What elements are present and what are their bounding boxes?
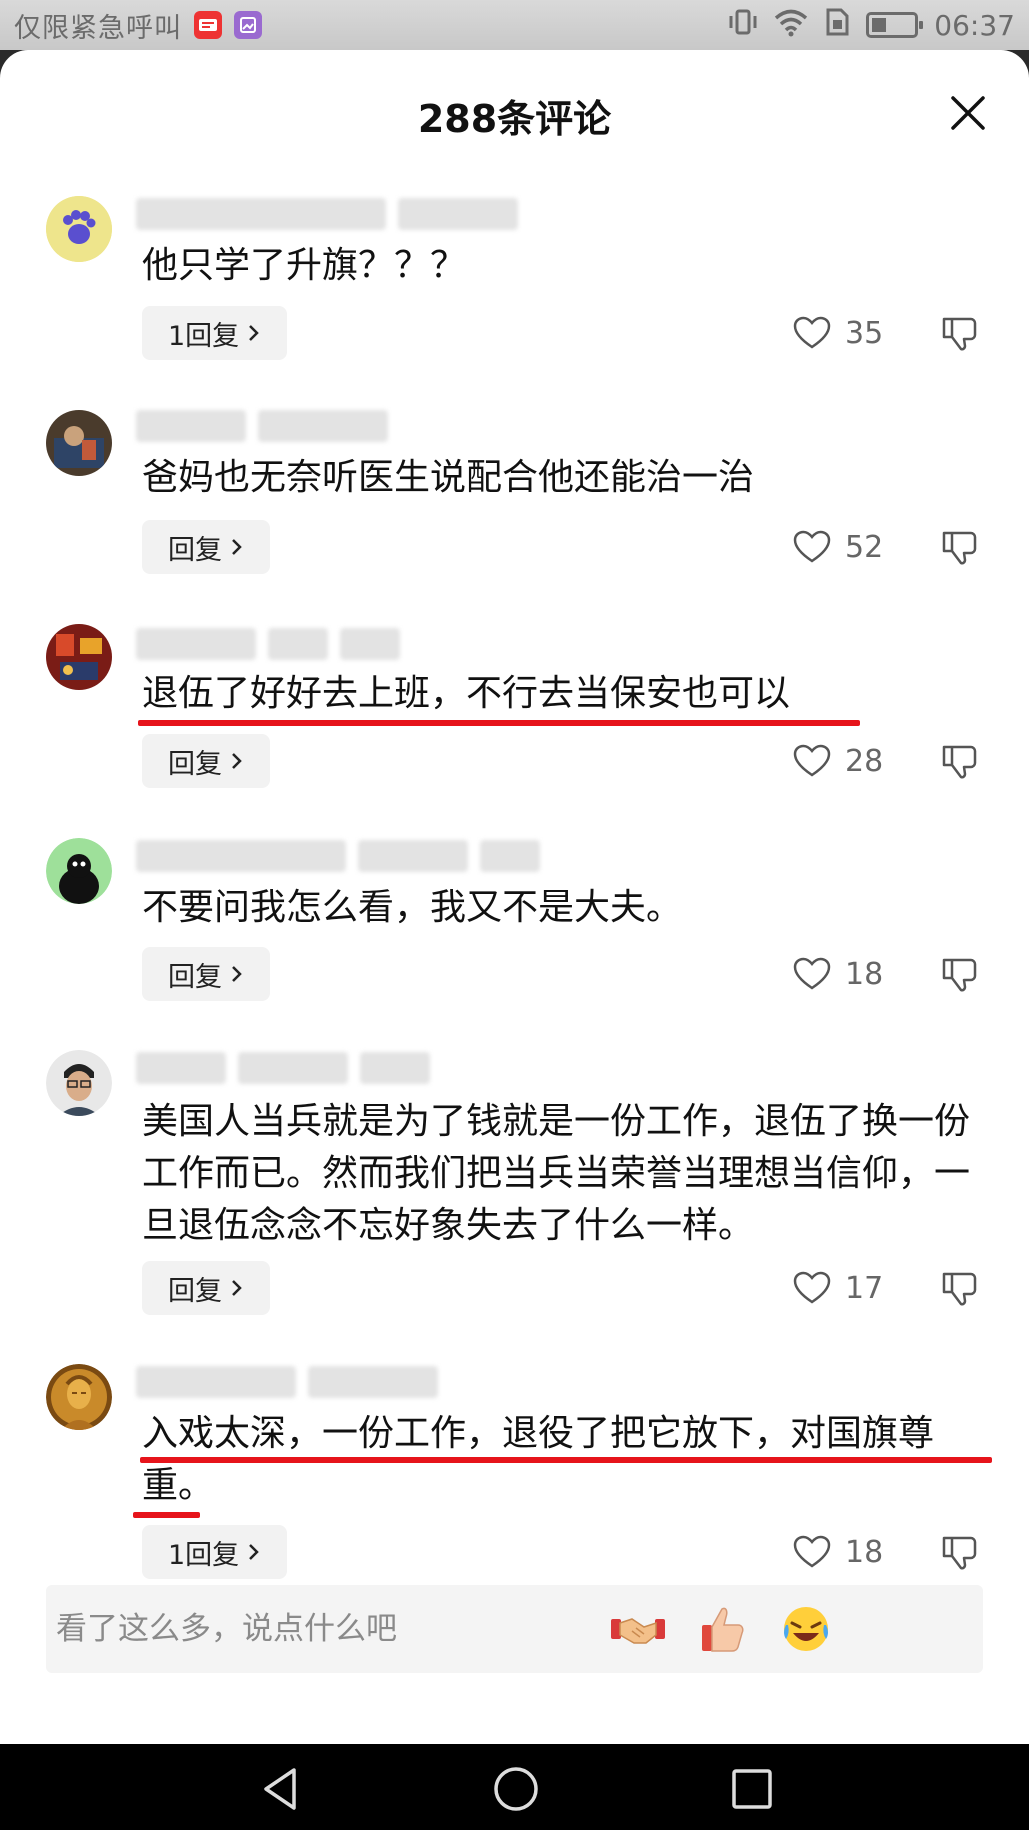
status-bar: 仅限紧急呼叫 06:37 [0, 0, 1029, 50]
thumbs-down-icon[interactable] [940, 1268, 980, 1308]
laugh-cry-emoji-button[interactable] [776, 1599, 836, 1659]
gallery-app-icon [234, 11, 262, 39]
chevron-right-icon [232, 753, 242, 769]
avatar[interactable] [46, 1364, 112, 1430]
like-count: 28 [845, 743, 884, 779]
page-title: 288条评论 [417, 97, 612, 141]
battery-icon [866, 12, 924, 38]
like-count: 17 [845, 1270, 884, 1306]
comment-text: 退伍了好好去上班，不行去当保安也可以 [142, 673, 791, 714]
heart-icon [793, 957, 831, 990]
chevron-right-icon [249, 325, 259, 341]
avatar[interactable] [46, 1050, 112, 1116]
sim-icon [824, 7, 850, 44]
comment-text: 爸妈也无奈听医生说配合他还能治一治 [142, 457, 755, 498]
username-blurred [136, 410, 388, 442]
heart-icon [793, 316, 831, 349]
comment-text: 不要问我怎么看，我又不是大夫。 [142, 887, 683, 928]
back-nav-icon[interactable] [256, 1764, 306, 1814]
red-underline-annotation [140, 1457, 992, 1463]
handshake-emoji-button[interactable] [608, 1599, 668, 1659]
vibrate-icon [728, 7, 758, 44]
thumbs-down-icon[interactable] [940, 741, 980, 781]
like-count: 18 [845, 956, 884, 992]
reply-label: 回复 [168, 1275, 222, 1307]
like-button[interactable]: 28 [793, 734, 883, 788]
carrier-label: 仅限紧急呼叫 [14, 12, 182, 44]
like-button[interactable]: 17 [793, 1261, 883, 1315]
red-underline-annotation [133, 1512, 200, 1518]
username-blurred [136, 628, 400, 660]
reply-button[interactable]: 回复 [142, 947, 270, 1001]
reply-label: 回复 [168, 534, 222, 566]
handshake-icon [611, 1618, 665, 1644]
avatar[interactable] [46, 410, 112, 476]
like-button[interactable]: 52 [793, 520, 883, 574]
like-button[interactable]: 35 [793, 306, 883, 360]
avatar[interactable] [46, 838, 112, 904]
heart-icon [793, 1535, 831, 1568]
reply-label: 1回复 [168, 1539, 240, 1571]
clock: 06:37 [934, 8, 1015, 42]
reply-label: 1回复 [168, 320, 240, 352]
thumbs-down-icon[interactable] [940, 954, 980, 994]
home-nav-icon[interactable] [491, 1764, 541, 1814]
system-nav-bar [0, 1744, 1029, 1830]
chevron-right-icon [232, 539, 242, 555]
comment-text: 他只学了升旗？？？ [142, 245, 467, 286]
like-button[interactable]: 18 [793, 947, 883, 1001]
heart-icon [793, 1271, 831, 1304]
reply-button[interactable]: 回复 [142, 1261, 270, 1315]
thumbs-down-icon[interactable] [940, 1532, 980, 1572]
red-underline-annotation [138, 720, 860, 726]
like-count: 52 [845, 529, 884, 565]
reply-label: 回复 [168, 961, 222, 993]
chevron-right-icon [232, 966, 242, 982]
thumbs-up-icon [702, 1607, 744, 1652]
username-blurred [136, 198, 518, 230]
like-button[interactable]: 18 [793, 1525, 883, 1579]
like-count: 35 [845, 315, 884, 351]
chevron-right-icon [232, 1280, 242, 1296]
chevron-right-icon [249, 1544, 259, 1560]
reply-button[interactable]: 1回复 [142, 1525, 288, 1579]
thumbs-up-emoji-button[interactable] [692, 1599, 752, 1659]
close-button[interactable] [945, 90, 991, 136]
reply-label: 回复 [168, 748, 222, 780]
comment-text: 美国人当兵就是为了钱就是一份工作，退伍了换一份工作而已。然而我们把当兵当荣誉当理… [142, 1101, 971, 1246]
heart-icon [793, 744, 831, 777]
avatar[interactable] [46, 624, 112, 690]
username-blurred [136, 1052, 430, 1084]
reply-button[interactable]: 回复 [142, 520, 270, 574]
comment-input-bar [46, 1585, 983, 1673]
comment-input[interactable] [56, 1611, 616, 1647]
close-icon [951, 96, 985, 130]
recents-nav-icon[interactable] [727, 1764, 777, 1814]
wifi-icon [774, 7, 808, 44]
laugh-cry-icon [784, 1607, 828, 1651]
username-blurred [136, 1366, 438, 1398]
reply-button[interactable]: 回复 [142, 734, 270, 788]
toutiao-app-icon [194, 11, 222, 39]
thumbs-down-icon[interactable] [940, 527, 980, 567]
avatar[interactable] [46, 196, 112, 262]
thumbs-down-icon[interactable] [940, 313, 980, 353]
username-blurred [136, 840, 540, 872]
like-count: 18 [845, 1534, 884, 1570]
heart-icon [793, 530, 831, 563]
reply-button[interactable]: 1回复 [142, 306, 288, 360]
